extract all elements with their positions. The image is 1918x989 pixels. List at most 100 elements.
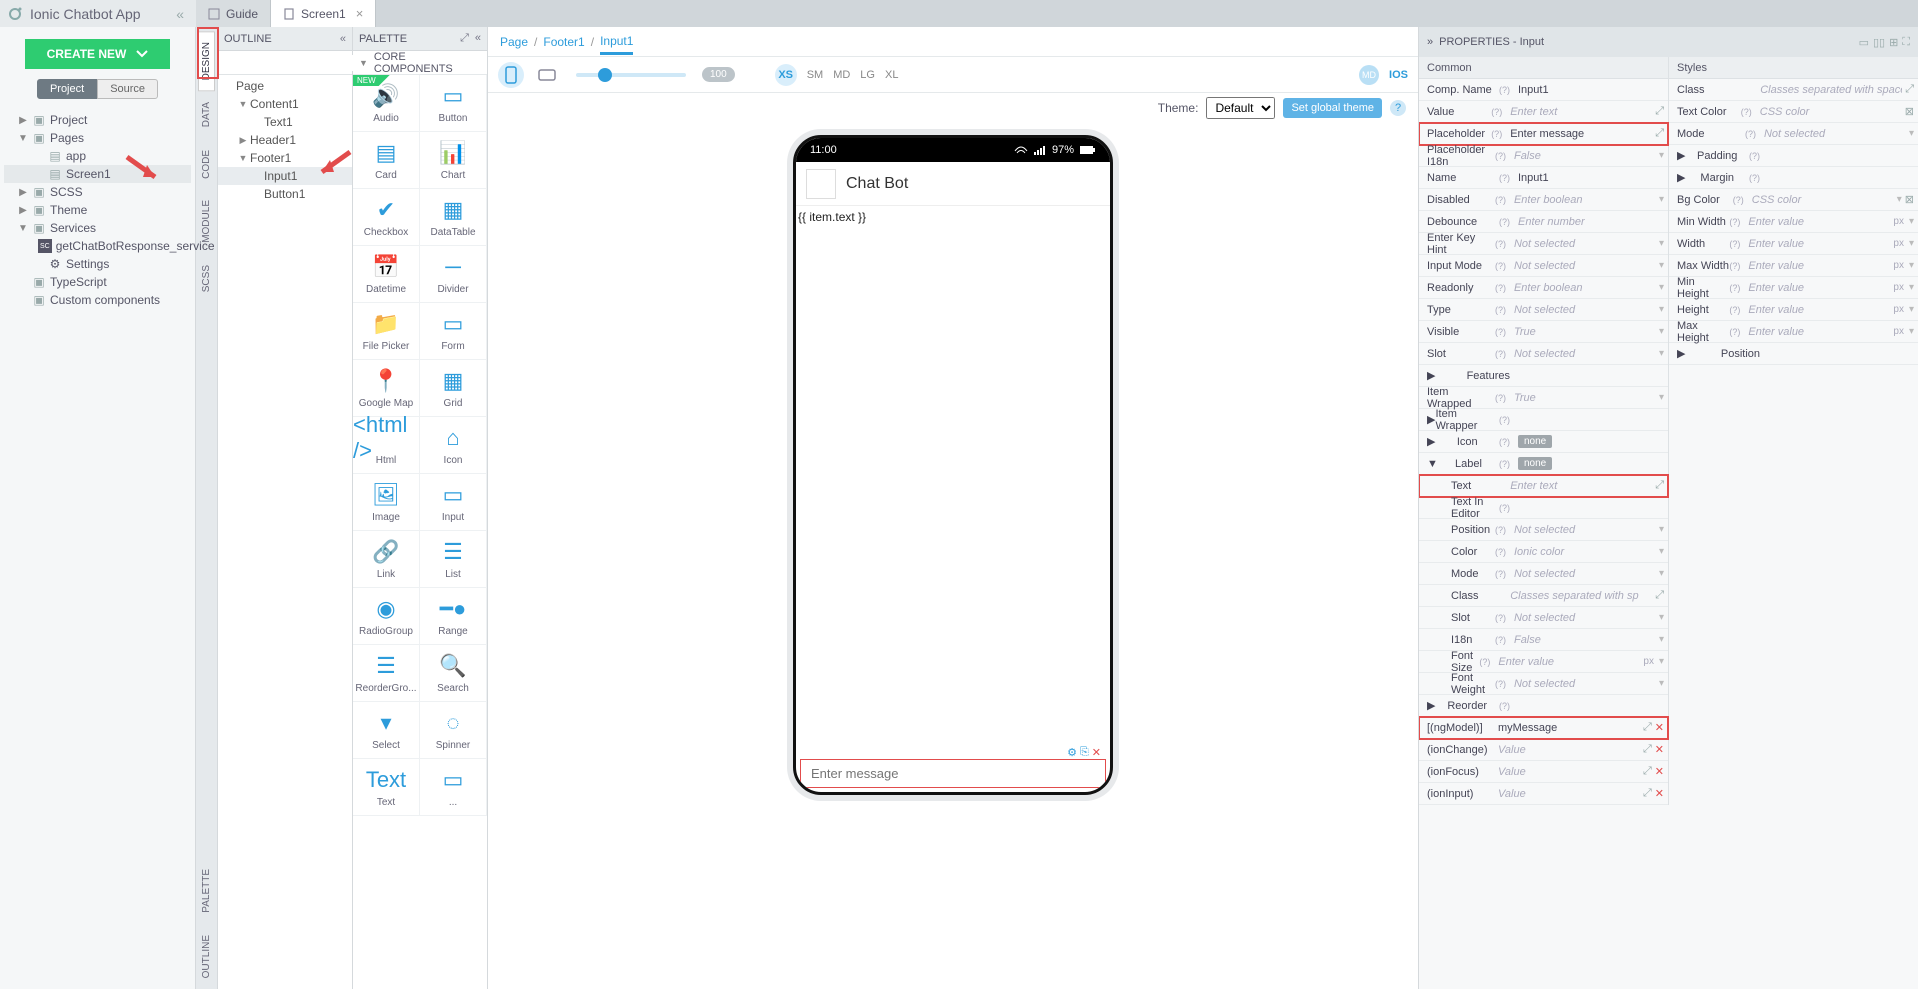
crumb-page[interactable]: Page bbox=[500, 35, 528, 49]
prop-font-weight[interactable]: Font Weight(?)▾ bbox=[1419, 673, 1668, 695]
collapse-left-icon[interactable]: « bbox=[172, 6, 188, 22]
tree-screen1[interactable]: ▤Screen1 bbox=[4, 165, 191, 183]
prop-item-wrapper[interactable]: ▶Item Wrapper(?) bbox=[1419, 409, 1668, 431]
zoom-slider[interactable] bbox=[576, 73, 686, 77]
prop-icon[interactable]: ▶Icon(?)none bbox=[1419, 431, 1668, 453]
prop-bg-color[interactable]: Bg Color(?)▾⊠ bbox=[1669, 189, 1918, 211]
palette-divider[interactable]: ─Divider bbox=[420, 246, 487, 303]
palette-list[interactable]: ☰List bbox=[420, 531, 487, 588]
close-tab-icon[interactable]: × bbox=[356, 6, 364, 21]
prop-font-size[interactable]: Font Size(?)px▾ bbox=[1419, 651, 1668, 673]
tree-pages[interactable]: ▼▣Pages bbox=[4, 129, 191, 147]
set-global-theme-button[interactable]: Set global theme bbox=[1283, 98, 1382, 118]
prop-text-in-editor[interactable]: Text In Editor(?) bbox=[1419, 497, 1668, 519]
prop-color[interactable]: Color(?)▾ bbox=[1419, 541, 1668, 563]
prop-reorder[interactable]: ▶Reorder(?) bbox=[1419, 695, 1668, 717]
tab-screen1[interactable]: Screen1 × bbox=[271, 0, 376, 27]
palette-input[interactable]: ▭Input bbox=[420, 474, 487, 531]
tree-typescript[interactable]: ▣TypeScript bbox=[4, 273, 191, 291]
palette-form[interactable]: ▭Form bbox=[420, 303, 487, 360]
collapse-outline-icon[interactable]: « bbox=[340, 33, 346, 45]
palette-radiogroup[interactable]: ◉RadioGroup bbox=[353, 588, 420, 645]
prop-features[interactable]: ▶Features bbox=[1419, 365, 1668, 387]
palette-image[interactable]: 🖼Image bbox=[353, 474, 420, 531]
prop-label[interactable]: ▼Label(?)none bbox=[1419, 453, 1668, 475]
outline-page[interactable]: Page bbox=[218, 77, 352, 95]
prop-comp-name[interactable]: Comp. Name(?) bbox=[1419, 79, 1668, 101]
outline-button1[interactable]: Button1 bbox=[218, 185, 352, 203]
palette-text[interactable]: TextText bbox=[353, 759, 420, 816]
palette-link[interactable]: 🔗Link bbox=[353, 531, 420, 588]
tree-project[interactable]: ▶▣Project bbox=[4, 111, 191, 129]
prop-max-width[interactable]: Max Width(?)px▾ bbox=[1669, 255, 1918, 277]
help-icon[interactable]: ? bbox=[1390, 100, 1406, 116]
palette-grid[interactable]: ▦Grid bbox=[420, 360, 487, 417]
footer-gear-icon[interactable]: ⚙ bbox=[1067, 746, 1077, 759]
outline-text1[interactable]: Text1 bbox=[218, 113, 352, 131]
palette-reordergro-[interactable]: ☰ReorderGro... bbox=[353, 645, 420, 702]
prop-max-height[interactable]: Max Height(?)px▾ bbox=[1669, 321, 1918, 343]
crumb-input[interactable]: Input1 bbox=[600, 34, 633, 55]
palette--[interactable]: ▭... bbox=[420, 759, 487, 816]
palette-category[interactable]: ▼ CORE COMPONENTS bbox=[353, 51, 487, 75]
prop-min-width[interactable]: Min Width(?)px▾ bbox=[1669, 211, 1918, 233]
prop-type[interactable]: Type(?)▾ bbox=[1419, 299, 1668, 321]
tree-custom-components[interactable]: ▣Custom components bbox=[4, 291, 191, 309]
tree-getchatbotresponse_service[interactable]: SCgetChatBotResponse_service bbox=[4, 237, 191, 255]
tab-guide[interactable]: Guide bbox=[196, 0, 271, 27]
rail-module[interactable]: MODULE bbox=[198, 189, 215, 254]
prop-mode[interactable]: Mode(?)▾ bbox=[1669, 123, 1918, 145]
prop-padding[interactable]: ▶Padding(?) bbox=[1669, 145, 1918, 167]
palette-audio[interactable]: NEW🔊Audio bbox=[353, 75, 420, 132]
prop-value[interactable]: Value(?)⤢ bbox=[1419, 101, 1668, 123]
layout-icon-3[interactable]: ⊞ bbox=[1889, 36, 1898, 49]
portrait-button[interactable] bbox=[498, 62, 524, 88]
outline-input1[interactable]: Input1 bbox=[218, 167, 352, 185]
prop-i-n[interactable]: I18n(?)▾ bbox=[1419, 629, 1668, 651]
footer-copy-icon[interactable]: ⎘ bbox=[1080, 746, 1089, 759]
os-md-badge[interactable]: MD bbox=[1359, 65, 1379, 85]
rail-palette[interactable]: PALETTE bbox=[198, 858, 215, 924]
prop-debounce[interactable]: Debounce(?) bbox=[1419, 211, 1668, 233]
prop-input-mode[interactable]: Input Mode(?)▾ bbox=[1419, 255, 1668, 277]
palette-range[interactable]: ━●Range bbox=[420, 588, 487, 645]
size-md[interactable]: MD bbox=[833, 69, 850, 81]
rail-code[interactable]: CODE bbox=[198, 139, 215, 190]
tree-app[interactable]: ▤app bbox=[4, 147, 191, 165]
app-footer-input[interactable]: ⚙ ⎘ ✕ bbox=[800, 759, 1106, 788]
message-input[interactable] bbox=[811, 766, 1095, 781]
crumb-footer[interactable]: Footer1 bbox=[543, 35, 584, 49]
prop-margin[interactable]: ▶Margin(?) bbox=[1669, 167, 1918, 189]
outline-search-input[interactable] bbox=[218, 55, 368, 71]
rail-design[interactable]: DESIGN bbox=[198, 31, 215, 91]
prop-position[interactable]: ▶Position bbox=[1669, 343, 1918, 365]
prop-name[interactable]: Name(?) bbox=[1419, 167, 1668, 189]
project-tab[interactable]: Project bbox=[37, 79, 97, 99]
prop-min-height[interactable]: Min Height(?)px▾ bbox=[1669, 277, 1918, 299]
expand-props-icon[interactable]: » bbox=[1427, 36, 1433, 48]
prop--ionchange-[interactable]: (ionChange)⤢✕ bbox=[1419, 739, 1668, 761]
landscape-button[interactable] bbox=[534, 62, 560, 88]
rail-scss[interactable]: SCSS bbox=[198, 254, 215, 303]
prop-readonly[interactable]: Readonly(?)▾ bbox=[1419, 277, 1668, 299]
maximize-icon[interactable]: ⛶ bbox=[1902, 36, 1910, 49]
outline-footer1[interactable]: ▼Footer1 bbox=[218, 149, 352, 167]
size-lg[interactable]: LG bbox=[860, 69, 875, 81]
palette-datatable[interactable]: ▦DataTable bbox=[420, 189, 487, 246]
prop--ngmodel-[interactable]: [(ngModel)]⤢✕ bbox=[1419, 717, 1668, 739]
prop-class[interactable]: Class⤢ bbox=[1669, 79, 1918, 101]
size-xl[interactable]: XL bbox=[885, 69, 898, 81]
prop-slot[interactable]: Slot(?)▾ bbox=[1419, 607, 1668, 629]
palette-chart[interactable]: 📊Chart bbox=[420, 132, 487, 189]
rail-data[interactable]: DATA bbox=[198, 91, 215, 138]
create-new-button[interactable]: CREATE NEW bbox=[25, 39, 171, 69]
tree-scss[interactable]: ▶▣SCSS bbox=[4, 183, 191, 201]
prop-enter-key-hint[interactable]: Enter Key Hint(?)▾ bbox=[1419, 233, 1668, 255]
palette-datetime[interactable]: 📅Datetime bbox=[353, 246, 420, 303]
prop-text-color[interactable]: Text Color(?)⊠ bbox=[1669, 101, 1918, 123]
footer-delete-icon[interactable]: ✕ bbox=[1092, 746, 1101, 759]
palette-checkbox[interactable]: ✔Checkbox bbox=[353, 189, 420, 246]
size-xs[interactable]: XS bbox=[775, 64, 797, 86]
prop-item-wrapped[interactable]: Item Wrapped(?)▾ bbox=[1419, 387, 1668, 409]
size-sm[interactable]: SM bbox=[807, 69, 824, 81]
